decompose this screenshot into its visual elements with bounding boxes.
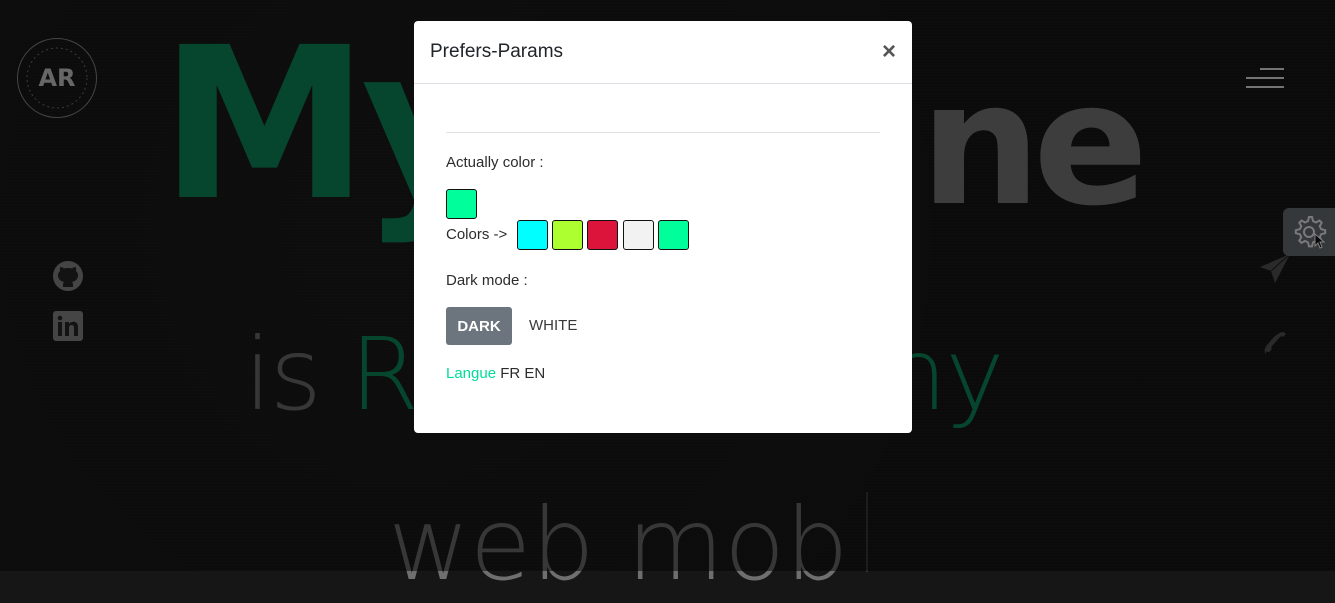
close-icon[interactable]: × <box>882 40 896 64</box>
color-option-cyan[interactable] <box>517 220 548 250</box>
colors-label: Colors -> <box>446 226 508 243</box>
lang-en-link[interactable]: EN <box>524 365 545 382</box>
settings-modal: Prefers-Params × Actually color : Colors… <box>414 21 912 433</box>
color-option-crimson[interactable] <box>587 220 618 250</box>
dark-mode-label: Dark mode : <box>446 272 528 289</box>
color-option-springgreen[interactable] <box>658 220 689 250</box>
current-color-swatch <box>446 189 477 219</box>
color-option-greenyellow[interactable] <box>552 220 583 250</box>
color-option-white[interactable] <box>623 220 654 250</box>
divider <box>446 132 880 133</box>
modal-header: Prefers-Params × <box>414 21 912 84</box>
white-mode-button[interactable]: WHITE <box>529 317 577 334</box>
lang-fr-link[interactable]: FR <box>500 365 520 382</box>
dark-mode-button[interactable]: DARK <box>446 307 512 345</box>
langue-label: Langue <box>446 365 497 382</box>
modal-title: Prefers-Params <box>430 41 564 62</box>
actually-color-label: Actually color : <box>446 154 544 171</box>
language-row: Langue FR EN <box>446 365 545 382</box>
